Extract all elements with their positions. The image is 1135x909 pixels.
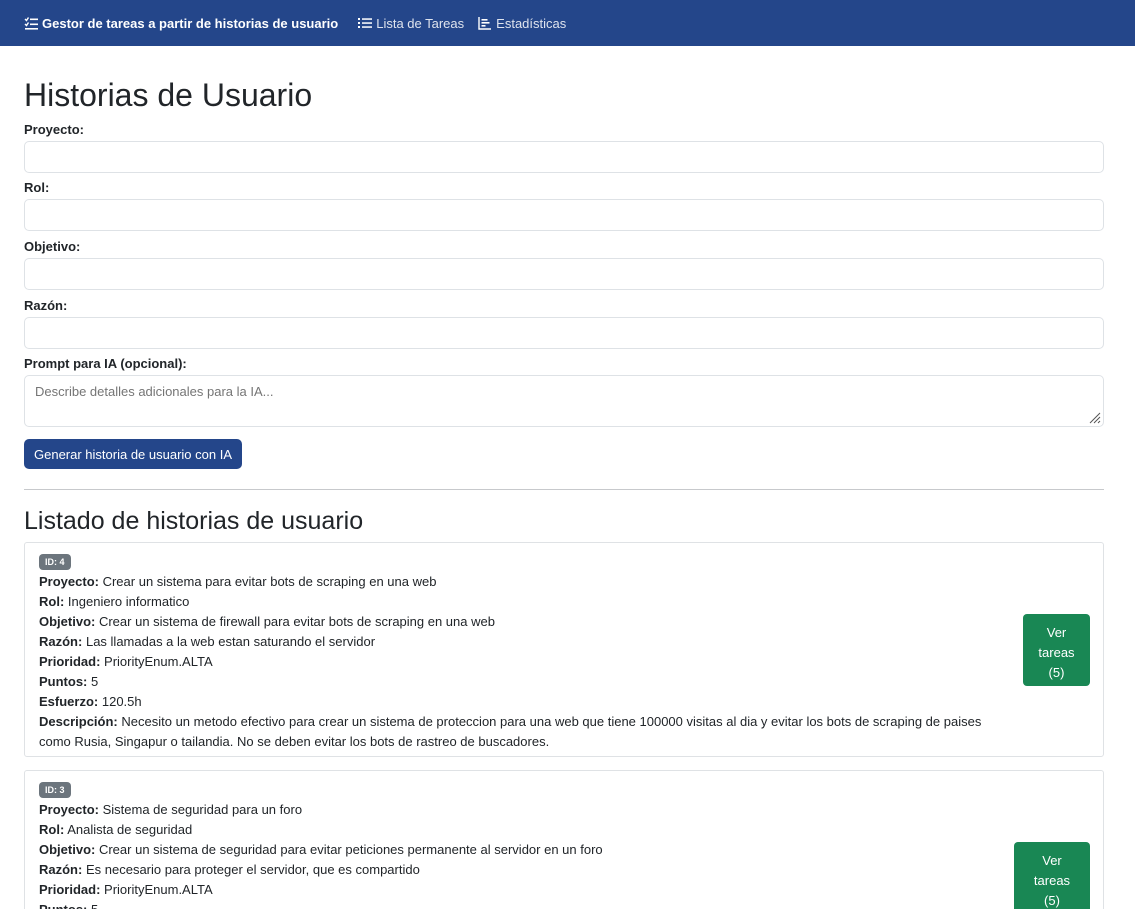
button-label: tareas [1038, 645, 1075, 660]
field-label: Objetivo: [39, 614, 96, 629]
resize-grip-icon[interactable] [1087, 410, 1101, 424]
razon-group: Razón: [24, 297, 1104, 349]
generate-story-button[interactable]: Generar historia de usuario con IA [24, 439, 242, 469]
objetivo-label: Objetivo: [24, 239, 81, 254]
field-label: Razón: [39, 634, 83, 649]
prompt-textarea[interactable] [24, 375, 1104, 427]
rol-group: Rol: [24, 179, 1104, 231]
list-icon [358, 16, 373, 30]
story-objetivo: Objetivo: Crear un sistema de firewall p… [39, 612, 999, 632]
story-razon: Razón: Las llamadas a la web estan satur… [39, 632, 999, 652]
section-title: Listado de historias de usuario [24, 507, 364, 535]
field-value: Las llamadas a la web estan saturando el… [85, 634, 376, 649]
button-label: Ver [1046, 625, 1067, 640]
story-proyecto: Proyecto: Crear un sistema para evitar b… [39, 572, 999, 592]
story-id-badge: ID: 4 [39, 554, 71, 570]
story-rol: Rol: Ingeniero informatico [39, 592, 999, 612]
nav-brand[interactable]: Gestor de tareas a partir de historias d… [24, 16, 338, 31]
nav-link-estadisticas[interactable]: Estadísticas [478, 16, 566, 31]
story-rol: Rol: Analista de seguridad [39, 820, 999, 840]
proyecto-input[interactable] [24, 141, 1104, 173]
field-label: Esfuerzo: [39, 694, 99, 709]
field-label: Proyecto: [39, 574, 99, 589]
story-card: ID: 4 Proyecto: Crear un sistema para ev… [24, 542, 1104, 757]
story-prioridad: Prioridad: PriorityEnum.ALTA [39, 880, 999, 900]
story-esfuerzo: Esfuerzo: 120.5h [39, 692, 999, 712]
field-value: 5 [91, 902, 98, 909]
view-tasks-button[interactable]: Ver tareas (5) [1014, 842, 1090, 909]
field-value: Ingeniero informatico [67, 594, 190, 609]
section-divider [24, 489, 1104, 490]
button-label: tareas [1033, 873, 1071, 888]
story-razon: Razón: Es necesario para proteger el ser… [39, 860, 999, 880]
field-value: Crear un sistema de firewall para evitar… [98, 614, 495, 629]
navbar: Gestor de tareas a partir de historias d… [0, 0, 1135, 46]
field-label: Proyecto: [39, 802, 99, 817]
field-label: Puntos: [39, 674, 88, 689]
rol-label: Rol: [24, 180, 50, 195]
field-label: Prioridad: [39, 654, 101, 669]
field-value: Sistema de seguridad para un foro [102, 802, 303, 817]
story-descripcion: Descripción: Necesito un metodo efectivo… [39, 712, 999, 752]
prompt-label: Prompt para IA (opcional): [24, 356, 187, 371]
story-puntos: Puntos: 5 [39, 900, 999, 909]
field-value: Analista de seguridad [67, 822, 193, 837]
field-label: Objetivo: [39, 842, 96, 857]
objetivo-input[interactable] [24, 258, 1104, 290]
field-label: Razón: [39, 862, 83, 877]
task-count: (5) [1044, 893, 1060, 908]
field-value: 5 [91, 674, 99, 689]
story-id-badge: ID: 3 [39, 782, 71, 798]
razon-input[interactable] [24, 317, 1104, 349]
rol-input[interactable] [24, 199, 1104, 231]
button-label: Ver [1042, 853, 1062, 868]
field-value: Crear un sistema de seguridad para evita… [98, 842, 603, 857]
razon-label: Razón: [24, 298, 68, 313]
nav-link-lista-tareas[interactable]: Lista de Tareas [358, 16, 464, 31]
field-label: Prioridad: [39, 882, 101, 897]
task-list-check-icon [24, 16, 38, 30]
nav-brand-label: Gestor de tareas a partir de historias d… [42, 15, 339, 31]
story-objetivo: Objetivo: Crear un sistema de seguridad … [39, 840, 999, 860]
field-label: Descripción: [39, 714, 118, 729]
view-tasks-button[interactable]: Ver tareas (5) [1023, 614, 1090, 686]
field-value: Necesito un metodo efectivo para crear u… [39, 714, 982, 749]
task-count: (5) [1048, 665, 1065, 680]
proyecto-label: Proyecto: [24, 122, 84, 137]
field-label: Rol: [39, 822, 65, 837]
nav-link-label: Lista de Tareas [376, 15, 465, 31]
field-value: Es necesario para proteger el servidor, … [85, 862, 420, 877]
story-prioridad: Prioridad: PriorityEnum.ALTA [39, 652, 999, 672]
story-puntos: Puntos: 5 [39, 672, 999, 692]
objetivo-group: Objetivo: [24, 238, 1104, 290]
story-card: ID: 3 Proyecto: Sistema de seguridad par… [24, 770, 1104, 909]
bar-chart-icon [478, 16, 492, 30]
field-value: PriorityEnum.ALTA [104, 654, 213, 669]
story-proyecto: Proyecto: Sistema de seguridad para un f… [39, 800, 999, 820]
field-value: 120.5h [101, 694, 142, 709]
prompt-group: Prompt para IA (opcional): [24, 355, 1104, 427]
nav-link-label: Estadísticas [496, 15, 567, 31]
field-value: Crear un sistema para evitar bots de scr… [102, 574, 437, 589]
page-title: Historias de Usuario [24, 77, 313, 113]
field-label: Puntos: [39, 902, 87, 909]
field-value: PriorityEnum.ALTA [104, 882, 213, 897]
proyecto-group: Proyecto: [24, 121, 1104, 173]
field-label: Rol: [39, 594, 65, 609]
